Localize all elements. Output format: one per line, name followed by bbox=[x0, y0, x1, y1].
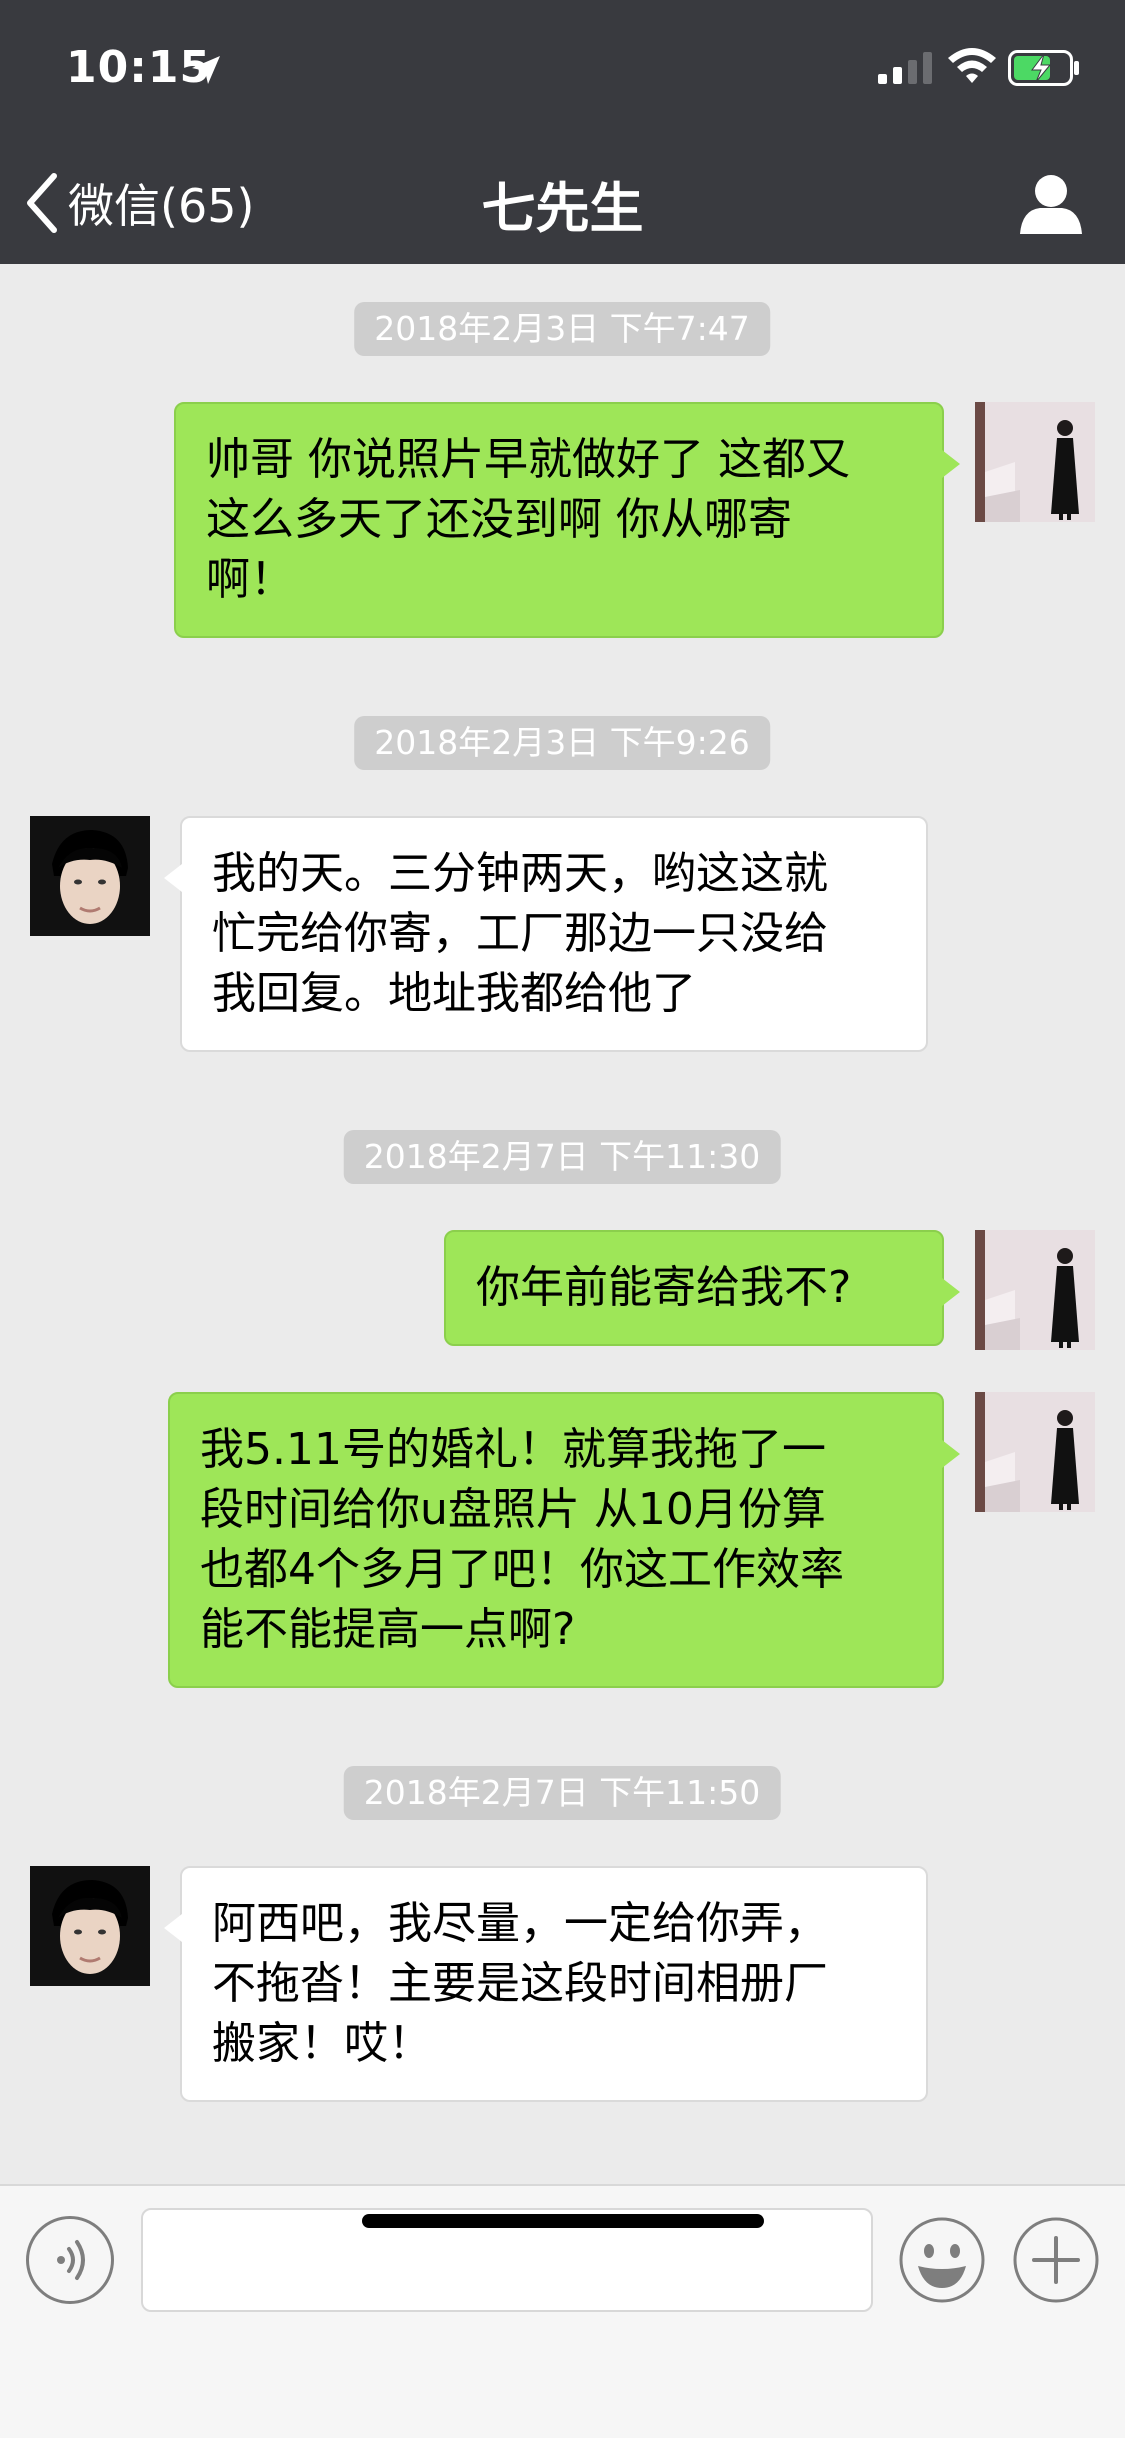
message-line: 也都4个多月了吧！你这工作效率 bbox=[200, 1544, 844, 1595]
message-line: 我的天。三分钟两天，哟这这就 bbox=[212, 848, 828, 899]
status-bar: 10:15 bbox=[0, 0, 1125, 140]
timestamp: 2018年2月7日 下午11:30 bbox=[343, 1130, 781, 1184]
message-line: 不拖沓！主要是这段时间相册厂 bbox=[212, 1958, 828, 2009]
chat-title: 七先生 bbox=[481, 177, 644, 240]
my-message-bubble[interactable]: 你年前能寄给我不? bbox=[444, 1230, 960, 1346]
battery-charging-icon bbox=[1008, 50, 1079, 86]
message-line: 我5.11号的婚礼！就算我拖了一 bbox=[200, 1424, 826, 1475]
timestamp: 2018年2月3日 下午9:26 bbox=[354, 716, 770, 770]
home-indicator[interactable] bbox=[362, 2214, 764, 2228]
location-arrow-icon bbox=[192, 56, 220, 84]
wifi-icon bbox=[948, 48, 996, 83]
message-line: 你年前能寄给我不? bbox=[476, 1262, 852, 1313]
emoji-icon[interactable] bbox=[898, 2216, 986, 2304]
signal-icon bbox=[878, 52, 932, 84]
contact-message-bubble[interactable]: 阿西吧，我尽量，一定给你弄， 不拖沓！主要是这段时间相册厂 搬家！哎！ bbox=[164, 1866, 928, 2102]
contact-message-bubble[interactable]: 我的天。三分钟两天，哟这这就 忙完给你寄，工厂那边一只没给 我回复。地址我都给他… bbox=[164, 816, 928, 1052]
my-message-bubble[interactable]: 帅哥 你说照片早就做好了 这都又 这么多天了还没到啊 你从哪寄 啊！ bbox=[174, 402, 960, 638]
contact-avatar[interactable] bbox=[30, 1866, 150, 1986]
person-icon[interactable] bbox=[1018, 172, 1084, 236]
message-line: 啊！ bbox=[206, 554, 294, 605]
message-line: 能不能提高一点啊? bbox=[200, 1604, 576, 1655]
my-avatar[interactable] bbox=[975, 1230, 1095, 1350]
contact-avatar[interactable] bbox=[30, 816, 150, 936]
nav-bar: 微信(65) 七先生 bbox=[0, 140, 1125, 264]
message-line: 阿西吧，我尽量，一定给你弄， bbox=[212, 1898, 828, 1949]
my-avatar[interactable] bbox=[975, 1392, 1095, 1512]
plus-icon[interactable] bbox=[1012, 2216, 1100, 2304]
my-avatar[interactable] bbox=[975, 402, 1095, 522]
message-line: 帅哥 你说照片早就做好了 这都又 bbox=[206, 434, 850, 485]
my-message-bubble[interactable]: 我5.11号的婚礼！就算我拖了一 段时间给你u盘照片 从10月份算 也都4个多月… bbox=[168, 1392, 960, 1688]
voice-icon bbox=[57, 2240, 85, 2280]
message-line: 忙完给你寄，工厂那边一只没给 bbox=[212, 908, 828, 959]
voice-button[interactable] bbox=[26, 2216, 114, 2304]
message-line: 我回复。地址我都给他了 bbox=[212, 968, 696, 1019]
message-line: 这么多天了还没到啊 你从哪寄 bbox=[206, 494, 792, 545]
timestamp: 2018年2月3日 下午7:47 bbox=[354, 302, 770, 356]
message-line: 段时间给你u盘照片 从10月份算 bbox=[200, 1484, 826, 1535]
top-bar: 10:15 微信(65) 七先生 bbox=[0, 0, 1125, 264]
timestamp: 2018年2月7日 下午11:50 bbox=[343, 1766, 781, 1820]
message-line: 搬家！哎！ bbox=[212, 2018, 432, 2069]
